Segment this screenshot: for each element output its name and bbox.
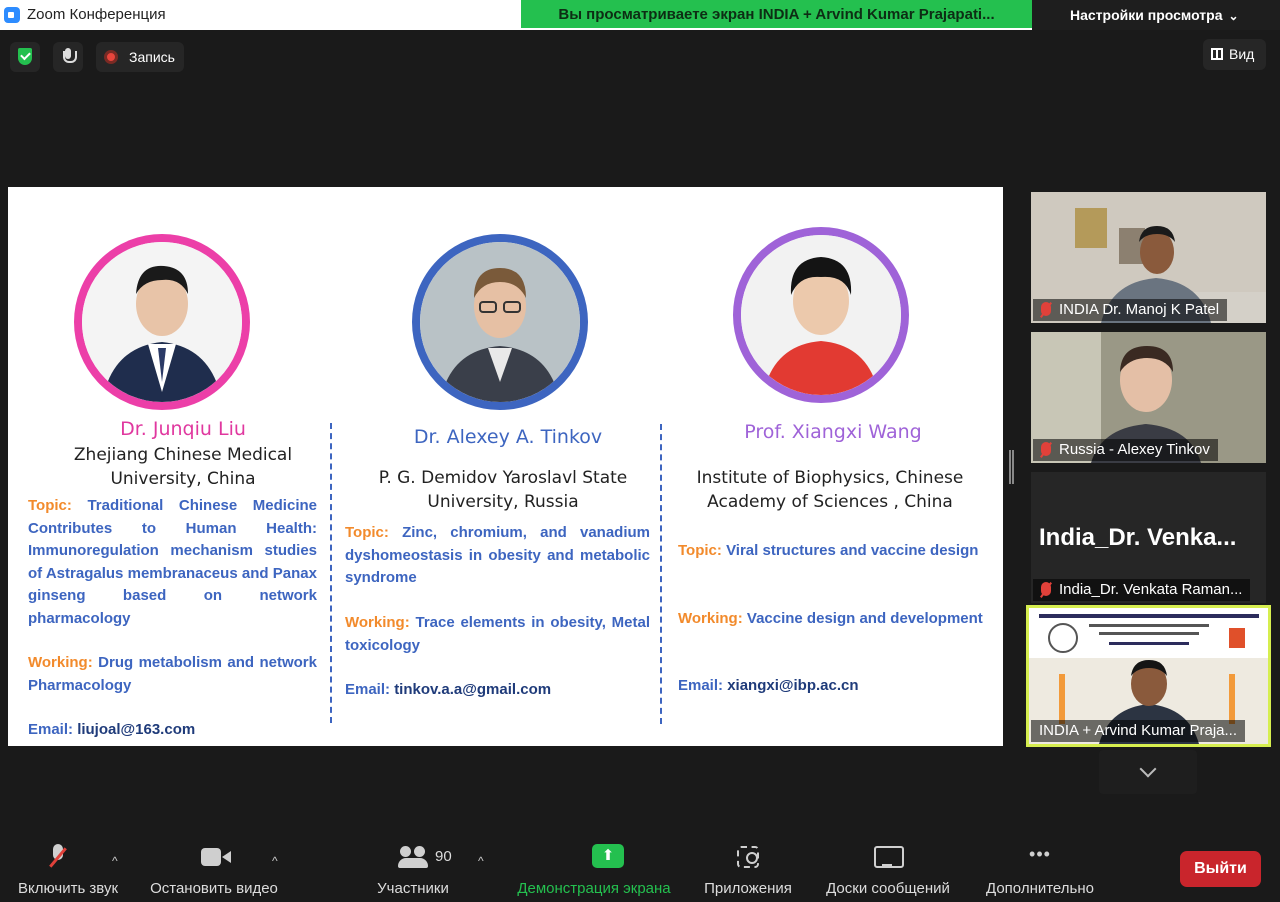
email-text: tinkov.a.a@gmail.com: [394, 681, 552, 698]
topic-label: Topic:: [678, 542, 722, 559]
participant-tile[interactable]: Russia - Alexey Tinkov: [1031, 332, 1266, 463]
apps-button[interactable]: Приложения: [697, 832, 799, 902]
speaker-name: Prof. Xiangxi Wang: [744, 421, 922, 443]
working-label: Working:: [28, 654, 93, 671]
leave-meeting-button[interactable]: Выйти: [1180, 851, 1261, 887]
participants-label: Участники: [377, 880, 449, 897]
speaker-working: Working: Trace elements in obesity, Meta…: [345, 612, 650, 657]
participant-display-name: India_Dr. Venka...: [1039, 524, 1237, 551]
participants-icon: [398, 844, 428, 870]
participants-options-caret[interactable]: ^: [478, 854, 484, 868]
column-divider: [330, 423, 332, 723]
record-dot-icon: [104, 50, 118, 64]
speaker-photo-alexey-tinkov: [412, 234, 588, 410]
security-shield-icon[interactable]: [10, 42, 40, 72]
stop-video-label: Остановить видео: [150, 880, 278, 897]
topic-label: Topic:: [345, 524, 389, 541]
whiteboard-icon: [874, 844, 904, 870]
speaker-institution: Zhejiang Chinese Medical University, Chi…: [73, 445, 293, 489]
working-text: Vaccine design and development: [746, 610, 983, 627]
muted-mic-icon: [1041, 442, 1051, 456]
more-dots-icon: [1026, 844, 1054, 870]
screen-share-banner: Вы просматриваете экран INDIA + Arvind K…: [521, 0, 1032, 28]
audio-options-caret[interactable]: ^: [112, 854, 118, 868]
participants-button[interactable]: Участники: [368, 832, 458, 902]
more-label: Дополнительно: [986, 880, 1094, 897]
chevron-down-icon: ⌄: [1228, 9, 1239, 23]
active-speaker-tile[interactable]: INDIA + Arvind Kumar Praja...: [1026, 605, 1271, 747]
speaker-email: Email: xiangxi@ibp.ac.cn: [678, 675, 990, 698]
apps-label: Приложения: [704, 880, 792, 897]
participant-tile[interactable]: INDIA Dr. Manoj K Patel: [1031, 192, 1266, 323]
view-settings-menu[interactable]: Настройки просмотра ⌄: [1032, 0, 1280, 30]
speaker-institution: Institute of Biophysics, Chinese Academy…: [696, 468, 964, 512]
recording-label: Запись: [129, 49, 175, 65]
zoom-app-icon: [4, 7, 20, 23]
window-title: Zoom Конференция: [27, 6, 166, 23]
recording-indicator[interactable]: Запись: [96, 42, 184, 72]
speaker-name: Dr. Alexey A. Tinkov: [413, 426, 603, 448]
speaker-topic: Topic: Traditional Chinese Medicine Cont…: [28, 495, 317, 631]
email-label: Email:: [28, 721, 74, 738]
view-settings-label: Настройки просмотра: [1070, 7, 1223, 23]
layout-grid-icon: [1211, 48, 1223, 60]
participant-nametag: India_Dr. Venkata Raman...: [1033, 579, 1251, 601]
panel-resize-handle[interactable]: [1009, 450, 1014, 484]
speaker-name: Dr. Junqiu Liu: [120, 418, 246, 440]
muted-microphone-icon: [44, 844, 72, 870]
participant-name: INDIA Dr. Manoj K Patel: [1059, 301, 1220, 318]
muted-mic-icon: [1041, 582, 1051, 596]
speaker-working: Working: Drug metabolism and network Pha…: [28, 652, 317, 697]
email-text: liujoal@163.com: [77, 721, 196, 738]
participant-nametag: INDIA + Arvind Kumar Praja...: [1031, 720, 1245, 742]
participant-tile[interactable]: India_Dr. Venka... India_Dr. Venkata Ram…: [1031, 472, 1266, 603]
participants-count: 90: [435, 848, 452, 865]
working-label: Working:: [345, 614, 410, 631]
shared-screen-slide: Dr. Junqiu Liu Zhejiang Chinese Medical …: [8, 187, 1003, 746]
participant-name: India_Dr. Venkata Raman...: [1059, 581, 1243, 598]
view-button-label: Вид: [1229, 46, 1255, 62]
participant-name: INDIA + Arvind Kumar Praja...: [1039, 722, 1237, 739]
unmute-label: Включить звук: [17, 880, 119, 897]
share-screen-button[interactable]: Демонстрация экрана: [508, 832, 680, 902]
speaker-photo-junqiu-liu: [74, 234, 250, 410]
speaker-working: Working: Vaccine design and development: [678, 608, 990, 631]
speaker-email: Email: tinkov.a.a@gmail.com: [345, 679, 650, 702]
topic-text: Viral structures and vaccine design: [726, 542, 979, 559]
stop-video-button[interactable]: Остановить видео: [142, 832, 286, 902]
topic-text: Traditional Chinese Medicine Contributes…: [28, 497, 317, 627]
participant-name: Russia - Alexey Tinkov: [1059, 441, 1210, 458]
email-label: Email:: [345, 681, 391, 698]
whiteboards-button[interactable]: Доски сообщений: [818, 832, 958, 902]
apps-icon: [734, 844, 762, 870]
scroll-participants-down-button[interactable]: [1099, 750, 1197, 794]
speaker-institution: P. G. Demidov Yaroslavl State University…: [378, 468, 628, 512]
speaker-email: Email: liujoal@163.com: [28, 719, 317, 742]
video-options-caret[interactable]: ^: [272, 854, 278, 868]
muted-mic-icon: [1041, 302, 1051, 316]
participant-nametag: Russia - Alexey Tinkov: [1033, 439, 1218, 461]
topic-text: Zinc, chromium, and vanadium dyshomeosta…: [345, 524, 650, 587]
microphone-icon[interactable]: [53, 42, 83, 72]
meeting-toolbar: Включить звук ^ Остановить видео ^ Участ…: [0, 832, 1280, 902]
view-button[interactable]: Вид: [1203, 39, 1266, 70]
speaker-topic: Topic: Zinc, chromium, and vanadium dysh…: [345, 522, 650, 590]
speaker-topic: Topic: Viral structures and vaccine desi…: [678, 540, 990, 563]
email-label: Email:: [678, 677, 724, 694]
topic-label: Topic:: [28, 497, 72, 514]
participant-nametag: INDIA Dr. Manoj K Patel: [1033, 299, 1228, 321]
share-screen-icon: [592, 844, 624, 868]
share-screen-label: Демонстрация экрана: [517, 880, 671, 897]
more-button[interactable]: Дополнительно: [978, 832, 1102, 902]
email-text: xiangxi@ibp.ac.cn: [727, 677, 859, 694]
speaker-photo-xiangxi-wang: [733, 227, 909, 403]
video-camera-icon: [201, 844, 231, 870]
unmute-button[interactable]: Включить звук: [8, 832, 128, 902]
working-label: Working:: [678, 610, 743, 627]
whiteboards-label: Доски сообщений: [826, 880, 950, 897]
